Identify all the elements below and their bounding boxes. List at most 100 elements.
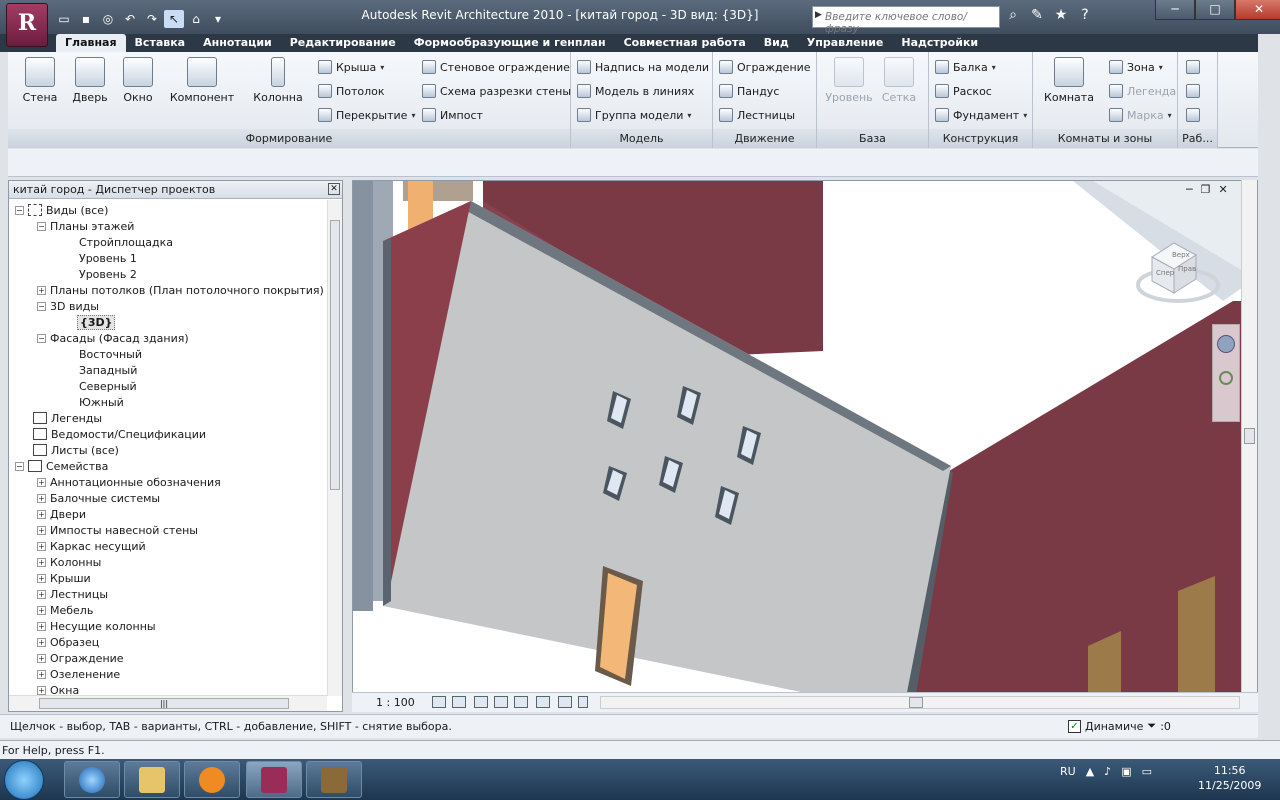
tab-massing[interactable]: Формообразующие и генплан (405, 34, 615, 52)
taskbar-explorer[interactable] (124, 761, 180, 798)
start-button[interactable] (4, 760, 44, 800)
expand-icon[interactable]: + (37, 541, 46, 551)
tray-expand-icon[interactable]: ▲ (1086, 765, 1094, 778)
curtain-grid-button[interactable]: Схема разрезки стены (422, 81, 571, 101)
search-input[interactable]: ▶ Введите ключевое слово/фразу (812, 6, 1000, 35)
tree-node[interactable]: + Каркас несущий (37, 538, 146, 554)
window-button[interactable]: Окно (118, 57, 158, 104)
tree-node[interactable]: + Ограждение (37, 650, 124, 666)
tree-node[interactable]: Западный (79, 362, 137, 378)
language-indicator[interactable]: RU (1060, 765, 1076, 778)
foundation-button[interactable]: Фундамент ▾ (935, 105, 1027, 125)
steering-wheel-icon[interactable] (1217, 335, 1235, 353)
expand-icon[interactable]: + (37, 525, 46, 535)
wall-button[interactable]: Стена (20, 57, 60, 104)
scroll-thumb[interactable] (330, 220, 340, 490)
minimize-button[interactable]: ─ (1155, 0, 1195, 20)
collapse-icon[interactable]: − (37, 301, 46, 311)
close-button[interactable]: ✕ (1235, 0, 1280, 20)
show-crop-icon[interactable] (514, 696, 528, 708)
network-icon[interactable]: ▣ (1121, 765, 1131, 778)
scroll-thumb[interactable]: ||| (39, 698, 289, 709)
tree-node[interactable]: + Двери (37, 506, 86, 522)
tree-node[interactable]: Северный (79, 378, 137, 394)
tree-node[interactable]: Листы (все) (33, 442, 119, 458)
binoculars-icon[interactable]: ⌕ (1004, 7, 1022, 23)
tab-addins[interactable]: Надстройки (892, 34, 987, 52)
legend-button[interactable]: Легенда (1109, 81, 1176, 101)
tree-node[interactable]: −3D виды (37, 298, 99, 314)
tree-node[interactable]: + Аннотационные обозначения (37, 474, 221, 490)
expand-icon[interactable]: + (37, 589, 46, 599)
level-button[interactable]: Уровень (825, 57, 873, 104)
temporary-hide-icon[interactable] (536, 696, 550, 708)
viewcube[interactable]: Верх Спер Прав (1136, 235, 1220, 305)
analysis-icon[interactable] (578, 696, 588, 708)
tree-node[interactable]: Южный (79, 394, 124, 410)
browser-horizontal-scrollbar[interactable]: ||| (9, 695, 327, 711)
tree-node[interactable]: − Планы этажей (37, 218, 134, 234)
maximize-button[interactable]: □ (1195, 0, 1235, 20)
close-icon[interactable]: ✕ (328, 183, 340, 195)
browser-vertical-scrollbar[interactable] (327, 200, 342, 696)
search-expand-icon[interactable]: ▶ (815, 10, 822, 20)
expand-icon[interactable]: + (37, 477, 46, 487)
tree-node[interactable]: − Виды (все) (15, 202, 108, 218)
star-icon[interactable]: ★ (1052, 7, 1070, 23)
viewport-vertical-scrollbar[interactable] (1241, 180, 1257, 694)
taskbar-revit[interactable] (246, 761, 302, 798)
grid-button[interactable]: Сетка (879, 57, 919, 104)
save-icon[interactable]: ▪ (76, 10, 96, 28)
tree-node[interactable]: + Лестницы (37, 586, 108, 602)
door-button[interactable]: Дверь (70, 57, 110, 104)
collapse-icon[interactable]: − (15, 461, 24, 471)
filter-icon[interactable]: ⏷ (1147, 719, 1156, 733)
show-plane-button[interactable] (1186, 105, 1200, 125)
column-button[interactable]: Колонна (250, 57, 306, 104)
tab-view[interactable]: Вид (755, 34, 798, 52)
ramp-button[interactable]: Пандус (719, 81, 779, 101)
help-icon[interactable]: ? (1076, 7, 1094, 23)
tree-node[interactable]: Ведомости/Спецификации (33, 426, 206, 442)
tree-node[interactable]: + Окна (37, 682, 79, 696)
tab-collaborate[interactable]: Совместная работа (615, 34, 755, 52)
work-plane-button[interactable] (1186, 57, 1200, 77)
viewport-horizontal-scrollbar[interactable] (600, 696, 1240, 709)
expand-icon[interactable]: + (37, 285, 46, 295)
expand-icon[interactable]: + (37, 493, 46, 503)
tree-node[interactable]: Уровень 1 (79, 250, 137, 266)
tree-node[interactable]: Стройплощадка (79, 234, 173, 250)
reveal-hidden-icon[interactable] (558, 696, 572, 708)
room-button[interactable]: Комната (1043, 57, 1095, 104)
tree-node[interactable]: + Колонны (37, 554, 101, 570)
mullion-button[interactable]: Импост (422, 105, 483, 125)
tree-node[interactable]: + Образец (37, 634, 99, 650)
detail-level-icon[interactable] (432, 696, 446, 708)
expand-icon[interactable]: + (37, 621, 46, 631)
tree-node[interactable]: + Балочные системы (37, 490, 160, 506)
stairs-button[interactable]: Лестницы (719, 105, 795, 125)
volume-icon[interactable]: ♪ (1104, 765, 1111, 778)
tab-home[interactable]: Главная (56, 34, 126, 52)
expand-icon[interactable]: + (37, 685, 46, 695)
tree-node[interactable]: + Несущие колонны (37, 618, 156, 634)
redo-icon[interactable]: ↷ (142, 10, 162, 28)
model-text-button[interactable]: Надпись на модели (577, 57, 709, 77)
tree-node[interactable]: − Фасады (Фасад здания) (37, 330, 189, 346)
model-lines-button[interactable]: Модель в линиях (577, 81, 694, 101)
open-icon[interactable]: ▭ (54, 10, 74, 28)
roof-button[interactable]: Крыша ▾ (318, 57, 384, 77)
collapse-icon[interactable]: − (37, 221, 46, 231)
brace-button[interactable]: Раскос (935, 81, 992, 101)
3d-view-icon[interactable]: ⌂ (186, 10, 206, 28)
view-restore-icon[interactable]: ❐ (1201, 183, 1211, 196)
model-graphics-style-icon[interactable] (452, 696, 466, 708)
tree-node[interactable]: + Мебель (37, 602, 93, 618)
expand-icon[interactable]: + (37, 605, 46, 615)
qat-menu-icon[interactable]: ▾ (208, 10, 228, 28)
curtain-system-button[interactable]: Стеновое ограждение (422, 57, 570, 77)
expand-icon[interactable]: + (37, 669, 46, 679)
tab-annotate[interactable]: Аннотации (194, 34, 281, 52)
tree-node[interactable]: Уровень 2 (79, 266, 137, 282)
tree-node[interactable]: + Озеленение (37, 666, 120, 682)
